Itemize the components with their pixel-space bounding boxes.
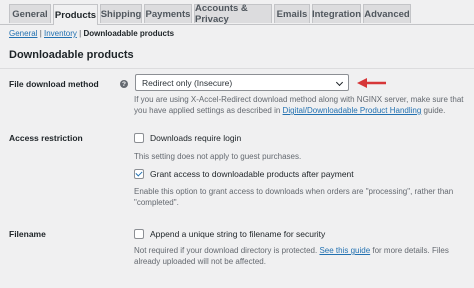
require-login-checkbox[interactable] — [134, 133, 144, 143]
divider — [0, 68, 474, 69]
tab-accounts-privacy[interactable]: Accounts & Privacy — [194, 3, 272, 25]
see-this-guide-link[interactable]: See this guide — [319, 246, 370, 255]
grant-access-description: Enable this option to grant access to do… — [134, 187, 454, 207]
help-icon[interactable]: ? — [120, 80, 128, 88]
tab-payments[interactable]: Payments — [144, 4, 192, 23]
select-value: Redirect only (Insecure) — [142, 77, 233, 88]
filename-label: Filename — [9, 229, 46, 239]
grant-access-option: Grant access to downloadable products af… — [134, 169, 354, 179]
settings-tabs: General Products Shipping Payments Accou… — [0, 0, 474, 25]
tab-integration[interactable]: Integration — [312, 4, 361, 23]
require-login-option: Downloads require login — [134, 133, 241, 143]
chevron-down-icon — [335, 78, 344, 87]
require-login-label: Downloads require login — [150, 133, 242, 143]
require-login-description: This setting does not apply to guest pur… — [134, 152, 302, 161]
file-download-method-select[interactable]: Redirect only (Insecure) — [135, 74, 349, 91]
append-string-checkbox[interactable] — [134, 229, 144, 239]
tab-advanced[interactable]: Advanced — [363, 4, 411, 23]
tab-shipping[interactable]: Shipping — [100, 4, 142, 23]
grant-access-label: Grant access to downloadable products af… — [150, 169, 354, 179]
subnav-inventory-link[interactable]: Inventory — [44, 29, 77, 38]
arrow-left-icon — [357, 78, 386, 88]
digital-product-handling-link[interactable]: Digital/Downloadable Product Handling — [283, 106, 422, 115]
file-download-method-description: If you are using X-Accel-Redirect downlo… — [134, 94, 466, 116]
grant-access-checkbox[interactable] — [134, 169, 144, 179]
append-string-label: Append a unique string to filename for s… — [150, 229, 326, 239]
tab-emails[interactable]: Emails — [274, 4, 310, 23]
file-download-method-label: File download method — [9, 79, 99, 89]
section-subnav: General | Inventory | Downloadable produ… — [9, 29, 174, 38]
page-title: Downloadable products — [9, 49, 134, 61]
subnav-general-link[interactable]: General — [9, 29, 37, 38]
access-restriction-label: Access restriction — [9, 133, 83, 143]
desc-text: Not required if your download directory … — [134, 246, 320, 255]
tab-general[interactable]: General — [9, 4, 51, 23]
append-string-option: Append a unique string to filename for s… — [134, 229, 325, 239]
tab-products[interactable]: Products — [53, 4, 98, 25]
filename-description: Not required if your download directory … — [134, 245, 466, 267]
desc-text: guide. — [421, 106, 446, 115]
subnav-current: Downloadable products — [83, 29, 175, 38]
